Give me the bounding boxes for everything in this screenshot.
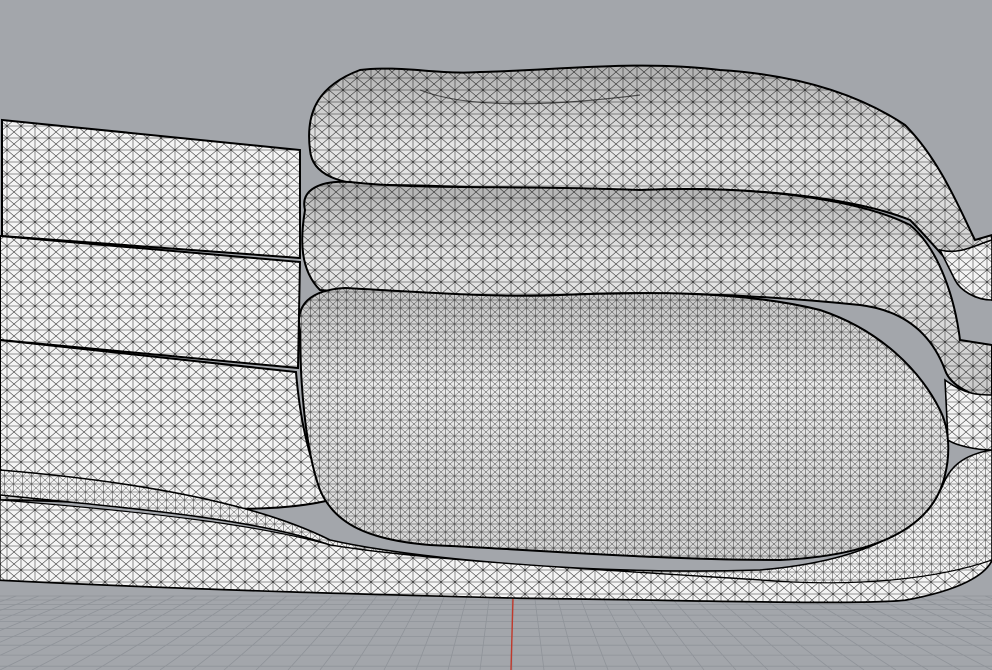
lower-lobe-shade <box>299 288 949 560</box>
mesh-scene[interactable] <box>0 0 992 670</box>
viewport-perspective[interactable] <box>0 0 992 670</box>
mesh-object[interactable] <box>0 64 992 604</box>
